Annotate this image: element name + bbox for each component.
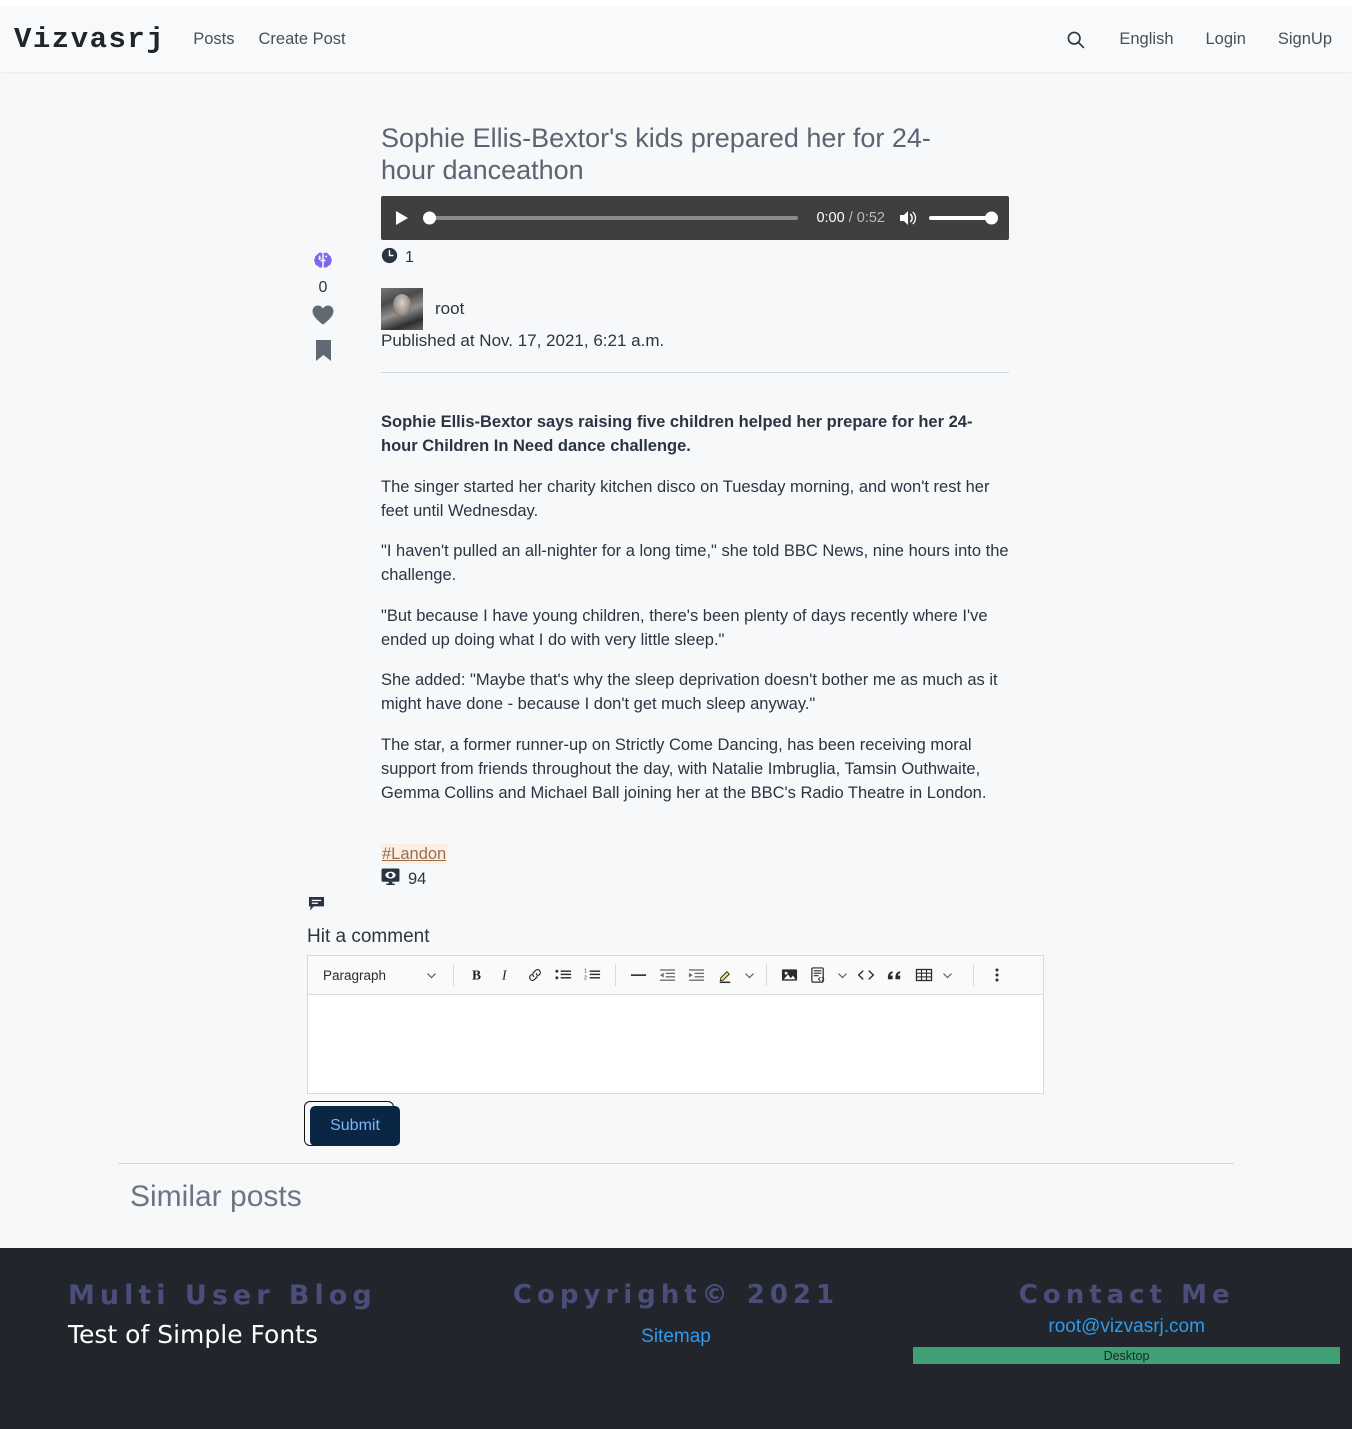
- volume-icon[interactable]: [899, 209, 919, 227]
- bold-icon[interactable]: B: [463, 962, 490, 989]
- indent-icon[interactable]: [683, 962, 710, 989]
- audio-progress-slider[interactable]: [423, 211, 799, 225]
- code-icon[interactable]: [852, 962, 879, 989]
- submit-button[interactable]: Submit: [310, 1106, 400, 1146]
- table-dropdown-chevron-down-icon[interactable]: [939, 962, 955, 989]
- comment-section-label: Hit a comment: [307, 926, 430, 947]
- toolbar-separator: [453, 964, 454, 986]
- audio-current-time: 0:00: [816, 210, 845, 226]
- rail-count: 0: [318, 279, 328, 296]
- horizontal-rule-icon[interactable]: [625, 962, 652, 989]
- article-paragraph: "But because I have young children, ther…: [381, 606, 988, 649]
- footer-copyright-column: Copyright© 2021 Sitemap: [451, 1248, 902, 1429]
- image-icon[interactable]: [776, 962, 803, 989]
- footer-contact-email[interactable]: root@vizvasrj.com: [1048, 1316, 1205, 1338]
- more-options-icon[interactable]: [983, 962, 1010, 989]
- author-row: root: [381, 288, 464, 330]
- audio-duration: 0:52: [856, 210, 885, 226]
- view-count-value: 94: [408, 869, 427, 888]
- table-icon[interactable]: [910, 962, 937, 989]
- footer-copyright: Copyright© 2021: [512, 1280, 840, 1310]
- svg-text:2: 2: [584, 976, 587, 982]
- template-dropdown-chevron-down-icon[interactable]: [834, 962, 850, 989]
- nav-left-group: Posts Create Post: [193, 30, 345, 49]
- article-paragraph: "I haven't pulled an all-nighter for a l…: [381, 542, 1009, 585]
- footer-contact-column: Contact Me root@vizvasrj.com: [901, 1248, 1352, 1429]
- post-action-rail: 0: [308, 250, 338, 367]
- footer-brand-title: Multi User Blog: [68, 1280, 377, 1311]
- view-count: 94: [381, 868, 426, 890]
- article-paragraph: The singer started her charity kitchen d…: [381, 477, 990, 520]
- nav-posts[interactable]: Posts: [193, 30, 234, 49]
- similar-posts-heading: Similar posts: [130, 1180, 302, 1213]
- nav-signup[interactable]: SignUp: [1278, 30, 1332, 49]
- nav-create-post[interactable]: Create Post: [259, 30, 346, 49]
- post-divider: [381, 372, 1009, 373]
- audio-time-display: 0:00 / 0:52: [816, 210, 885, 226]
- footer-brand-subtitle: Test of Simple Fonts: [68, 1320, 318, 1349]
- hashtag-link[interactable]: #Landon: [381, 844, 448, 864]
- device-badge: Desktop: [913, 1347, 1340, 1364]
- article-paragraph: Sophie Ellis-Bextor says raising five ch…: [381, 413, 973, 456]
- clock-icon: [381, 247, 398, 269]
- article-body: Sophie Ellis-Bextor says raising five ch…: [381, 410, 1009, 821]
- heart-icon[interactable]: [311, 304, 335, 331]
- published-date: Published at Nov. 17, 2021, 6:21 a.m.: [381, 331, 665, 350]
- footer-sitemap-link[interactable]: Sitemap: [641, 1326, 711, 1348]
- audio-player[interactable]: 0:00 / 0:52: [381, 196, 1009, 240]
- link-icon[interactable]: [521, 962, 548, 989]
- comment-input[interactable]: [308, 995, 1043, 1093]
- highlight-dropdown-chevron-down-icon[interactable]: [741, 962, 757, 989]
- bulleted-list-icon[interactable]: [550, 962, 577, 989]
- audio-progress-thumb[interactable]: [423, 211, 436, 225]
- volume-slider[interactable]: [929, 211, 998, 225]
- nav-right-group: English Login SignUp: [1063, 27, 1332, 51]
- paragraph-style-select[interactable]: Paragraph: [316, 962, 444, 989]
- svg-text:I: I: [501, 968, 508, 983]
- chevron-down-icon: [427, 972, 436, 978]
- read-time-value: 1: [405, 249, 414, 266]
- page-root: Vizvasrj Posts Create Post English Login…: [0, 0, 1352, 1429]
- highlight-icon[interactable]: [712, 962, 739, 989]
- author-name[interactable]: root: [435, 299, 464, 319]
- brain-icon[interactable]: [312, 250, 334, 272]
- bookmark-icon[interactable]: [314, 339, 333, 367]
- hashtag-row: #Landon: [381, 844, 448, 864]
- editor-toolbar: Paragraph B I 1 2: [308, 956, 1043, 995]
- toolbar-separator: [973, 964, 974, 986]
- numbered-list-icon[interactable]: 1 2: [579, 962, 606, 989]
- nav-language[interactable]: English: [1119, 30, 1173, 49]
- toolbar-separator: [766, 964, 767, 986]
- article-paragraph: The star, a former runner-up on Strictly…: [381, 735, 987, 803]
- toolbar-separator: [615, 964, 616, 986]
- template-icon[interactable]: [805, 962, 832, 989]
- navbar: Vizvasrj Posts Create Post English Login…: [0, 6, 1352, 72]
- play-icon[interactable]: [395, 210, 409, 226]
- read-time: 1: [381, 247, 414, 269]
- comment-editor: Paragraph B I 1 2: [307, 955, 1044, 1094]
- similar-posts-divider: [118, 1163, 1234, 1164]
- paragraph-style-value: Paragraph: [323, 967, 387, 983]
- audio-separator: /: [844, 210, 857, 226]
- volume-thumb[interactable]: [985, 211, 998, 225]
- page-title: Sophie Ellis-Bextor's kids prepared her …: [381, 123, 931, 186]
- svg-text:B: B: [472, 968, 481, 983]
- blockquote-icon[interactable]: [881, 962, 908, 989]
- footer-brand-column: Multi User Blog Test of Simple Fonts: [0, 1248, 451, 1429]
- footer-contact-title: Contact Me: [1018, 1280, 1235, 1310]
- outdent-icon[interactable]: [654, 962, 681, 989]
- avatar: [381, 288, 423, 330]
- article-paragraph: She added: "Maybe that's why the sleep d…: [381, 671, 998, 714]
- site-brand[interactable]: Vizvasrj: [14, 23, 165, 56]
- italic-icon[interactable]: I: [492, 962, 519, 989]
- svg-text:1: 1: [584, 969, 587, 975]
- footer: Multi User Blog Test of Simple Fonts Cop…: [0, 1248, 1352, 1429]
- comment-icon[interactable]: [308, 896, 325, 917]
- eye-icon: [381, 868, 400, 890]
- nav-login[interactable]: Login: [1206, 30, 1246, 49]
- search-icon[interactable]: [1063, 27, 1087, 51]
